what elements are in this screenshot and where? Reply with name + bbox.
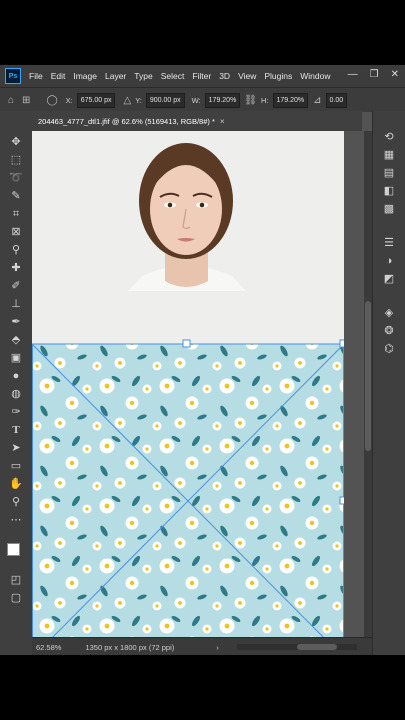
menu-file[interactable]: File — [29, 71, 43, 81]
color-icon[interactable]: ◧ — [382, 185, 396, 198]
quick-mask-icon[interactable]: ◰ — [8, 573, 24, 587]
dodge-icon[interactable]: ◍ — [8, 387, 24, 401]
y-label: Y: — [135, 95, 142, 105]
menu-image[interactable]: Image — [73, 71, 97, 81]
link-icon[interactable]: ⛓ — [244, 95, 257, 106]
history-icon[interactable]: ⟲ — [382, 131, 396, 144]
canvas-photo — [32, 131, 364, 637]
options-bar: ⌂ ⊞ ◯ X: 675.00 px △ Y: 900.00 px W: 179… — [0, 87, 405, 112]
tools-panel: ✥ ⬚ ➰ ✎ ⌗ ⊠ ⚲ ✚ ✐ ⊥ ✒ ⬘ ▣ ● ◍ ✑ T ➤ ▭ ✋ … — [0, 111, 33, 655]
foreground-color-swatch[interactable] — [7, 543, 20, 556]
type-icon[interactable]: T — [8, 423, 24, 437]
blur-icon[interactable]: ● — [8, 369, 24, 383]
crop-icon[interactable]: ⌗ — [8, 207, 24, 221]
photoshop-window: Ps File Edit Image Layer Type Select Fil… — [0, 65, 405, 656]
screen-mode-icon[interactable]: ▢ — [8, 591, 24, 605]
home-icon[interactable]: ⌂ — [8, 95, 14, 106]
styles-icon[interactable]: ◩ — [382, 273, 396, 286]
menu-edit[interactable]: Edit — [51, 71, 66, 81]
close-tab-icon[interactable]: × — [220, 117, 225, 126]
paths-icon[interactable]: ⌬ — [382, 343, 396, 356]
y-position-field[interactable]: 900.00 px — [145, 92, 185, 108]
photo-svg — [32, 131, 364, 637]
status-nav-icon[interactable]: › — [216, 643, 219, 652]
document-tab[interactable]: 204463_4777_dtl1.jfif @ 62.6% (5169413, … — [32, 111, 362, 132]
status-bar: 62.58% 1350 px x 1800 px (72 ppi) › — [32, 637, 372, 656]
reference-point-icon[interactable]: ⊞ — [22, 95, 30, 106]
rotate-field[interactable]: 0.00 — [325, 92, 348, 108]
history-brush-icon[interactable]: ✒ — [8, 315, 24, 329]
menu-bar: Ps File Edit Image Layer Type Select Fil… — [0, 65, 405, 87]
vertical-scroll-thumb[interactable] — [365, 301, 371, 451]
marquee-icon[interactable]: ⬚ — [8, 153, 24, 167]
horizontal-scrollbar[interactable] — [236, 644, 357, 650]
menu-window[interactable]: Window — [300, 71, 330, 81]
document-info: 1350 px x 1800 px (72 ppi) — [85, 642, 175, 652]
minimize-button[interactable]: — — [348, 69, 358, 80]
canvas-area[interactable] — [32, 131, 364, 637]
menu-3d[interactable]: 3D — [219, 71, 230, 81]
vertical-scrollbar[interactable] — [364, 131, 372, 637]
layers-icon[interactable]: ◈ — [382, 307, 396, 320]
menu-view[interactable]: View — [238, 71, 256, 81]
photoshop-logo: Ps — [5, 68, 21, 84]
path-select-icon[interactable]: ➤ — [8, 441, 24, 455]
rotate-icon: ⊿ — [313, 94, 322, 106]
document-title: 204463_4777_dtl1.jfif @ 62.6% (5169413, … — [38, 116, 215, 126]
eyedropper-icon[interactable]: ⚲ — [8, 243, 24, 257]
brush-icon[interactable]: ✐ — [8, 279, 24, 293]
zoom-icon[interactable]: ⚲ — [8, 495, 24, 509]
window-controls: — ❐ ✕ — [348, 69, 399, 80]
width-field[interactable]: 179.20% — [204, 92, 241, 108]
masks-icon[interactable]: ◑ — [382, 255, 396, 268]
close-button[interactable]: ✕ — [391, 69, 399, 80]
lasso-icon[interactable]: ➰ — [8, 171, 24, 185]
maximize-button[interactable]: ❐ — [370, 69, 379, 80]
zoom-level[interactable]: 62.58% — [36, 643, 61, 652]
pattern-layer — [32, 344, 344, 637]
adjustments-icon[interactable]: ☰ — [382, 237, 396, 250]
w-label: W: — [191, 95, 201, 105]
hand-icon[interactable]: ✋ — [8, 477, 24, 491]
channels-icon[interactable]: ❂ — [382, 325, 396, 338]
eraser-icon[interactable]: ⬘ — [8, 333, 24, 347]
pen-icon[interactable]: ✑ — [8, 405, 24, 419]
mode-toggle-icon[interactable]: ◯ — [46, 95, 57, 106]
transform-handle-top — [182, 339, 191, 348]
right-panel-dock: ⟲ ▦ ▤ ◧ ▩ ☰ ◑ ◩ ◈ ❂ ⌬ — [372, 111, 405, 655]
x-label: X: — [65, 95, 73, 105]
gradient-icon[interactable]: ▣ — [8, 351, 24, 365]
healing-icon[interactable]: ✚ — [8, 261, 24, 275]
swatches-icon[interactable]: ▩ — [382, 203, 396, 216]
x-position-field[interactable]: 675.00 px — [76, 92, 116, 108]
libraries-icon[interactable]: ▦ — [382, 149, 396, 162]
properties-icon[interactable]: ▤ — [382, 167, 396, 180]
menu-select[interactable]: Select — [161, 71, 185, 81]
horizontal-scroll-thumb[interactable] — [296, 644, 337, 650]
height-field[interactable]: 179.20% — [272, 92, 309, 108]
quick-select-icon[interactable]: ✎ — [8, 189, 24, 203]
menu-type[interactable]: Type — [134, 71, 152, 81]
clone-stamp-icon[interactable]: ⊥ — [8, 297, 24, 311]
menu-filter[interactable]: Filter — [192, 71, 211, 81]
letterbox-bottom — [0, 655, 405, 720]
move-icon[interactable]: ✥ — [8, 135, 24, 149]
edit-toolbar-icon[interactable]: ⋯ — [8, 513, 24, 527]
frame-icon[interactable]: ⊠ — [8, 225, 24, 239]
h-label: H: — [261, 95, 269, 105]
menu-layer[interactable]: Layer — [105, 71, 126, 81]
delta-icon: △ — [123, 94, 132, 106]
rectangle-icon[interactable]: ▭ — [8, 459, 24, 473]
menu-plugins[interactable]: Plugins — [264, 71, 292, 81]
